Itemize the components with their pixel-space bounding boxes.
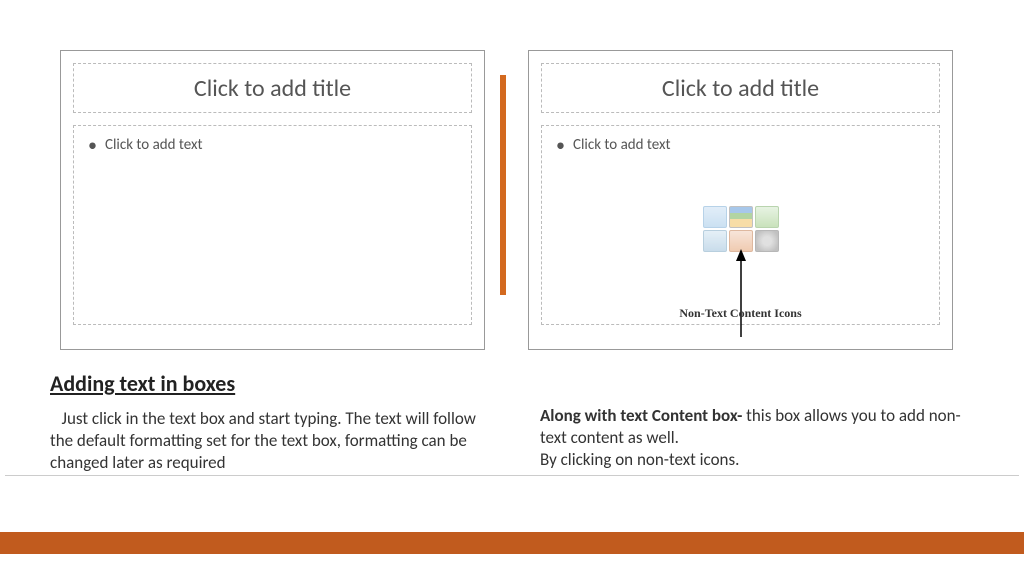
bullet-line: • Click to add text — [88, 136, 457, 154]
bullet-text: Click to add text — [105, 136, 203, 154]
bullet-icon: • — [556, 136, 565, 154]
title-placeholder-right[interactable]: Click to add title — [541, 63, 940, 113]
bottom-accent-bar — [0, 532, 1024, 554]
title-placeholder-left[interactable]: Click to add title — [73, 63, 472, 113]
para-right-text2: By clicking on non-text icons. — [540, 449, 739, 470]
smartart-icon[interactable] — [755, 206, 779, 228]
content-placeholder-left[interactable]: • Click to add text — [73, 125, 472, 325]
bullet-text: Click to add text — [573, 136, 671, 154]
slide-right: Click to add title • Click to add text N… — [528, 50, 953, 350]
paragraph-left: Just click in the text box and start typ… — [50, 408, 485, 474]
bullet-line: • Click to add text — [556, 136, 925, 154]
content-placeholder-right[interactable]: • Click to add text Non-Text Content Ico… — [541, 125, 940, 325]
arrow-icon — [734, 249, 748, 339]
paragraph-right: Along with text Content box- this box al… — [540, 405, 970, 471]
content-icons-grid[interactable] — [703, 206, 779, 252]
picture-icon[interactable] — [703, 230, 727, 252]
section-heading: Adding text in boxes — [50, 370, 235, 397]
media-icon[interactable] — [755, 230, 779, 252]
table-icon[interactable] — [703, 206, 727, 228]
chart-icon[interactable] — [729, 206, 753, 228]
bullet-icon: • — [88, 136, 97, 154]
horizontal-rule — [5, 475, 1019, 476]
slide-left: Click to add title • Click to add text — [60, 50, 485, 350]
para-right-bold: Along with text Content box- — [540, 405, 746, 426]
icons-caption: Non-Text Content Icons — [542, 306, 939, 321]
divider-bar — [500, 75, 506, 295]
